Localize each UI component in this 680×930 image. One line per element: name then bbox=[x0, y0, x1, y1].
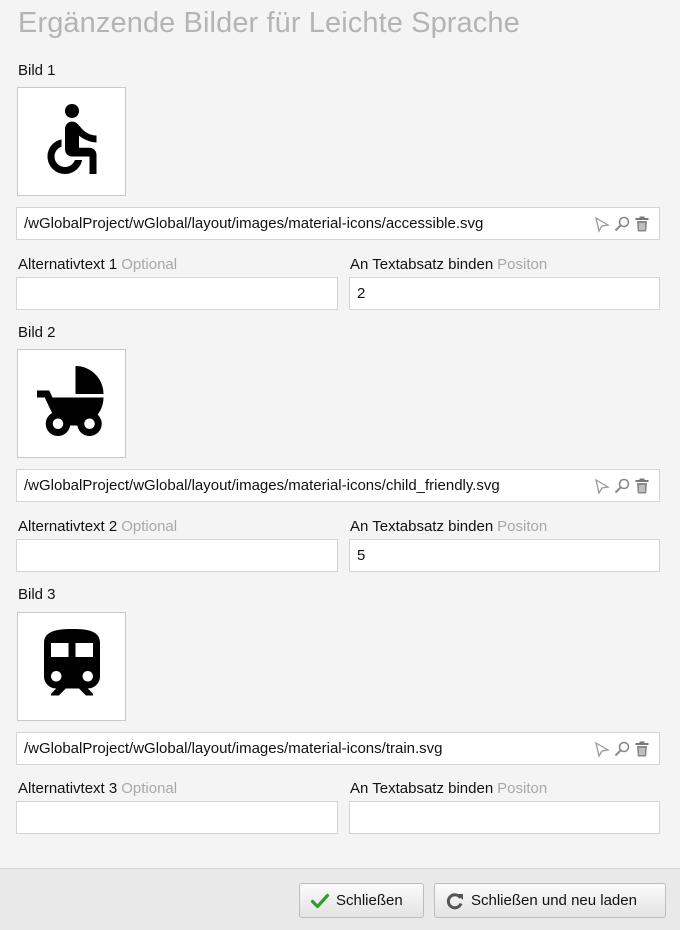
search-icon[interactable] bbox=[613, 215, 631, 233]
reload-icon bbox=[445, 891, 465, 911]
optional-hint: Optional bbox=[121, 780, 178, 797]
dialog-title: Ergänzende Bilder für Leichte Sprache bbox=[18, 7, 520, 39]
position-hint: Positon bbox=[497, 780, 548, 797]
image-path-field[interactable]: /wGlobalProject/wGlobal/layout/images/ma… bbox=[16, 469, 660, 502]
dialog-footer: Schließen Schließen und neu laden bbox=[0, 868, 680, 930]
position-hint: Positon bbox=[497, 256, 548, 273]
alt-text-input[interactable] bbox=[16, 539, 338, 572]
image-label: Bild 3 bbox=[18, 586, 56, 603]
image-label: Bild 1 bbox=[18, 62, 56, 79]
alt-text-label: Alternativtext 2 Optional bbox=[18, 518, 178, 535]
close-button[interactable]: Schließen bbox=[299, 883, 424, 918]
image-path-text: /wGlobalProject/wGlobal/layout/images/ma… bbox=[24, 740, 443, 757]
alt-text-input[interactable] bbox=[16, 277, 338, 310]
image-preview[interactable] bbox=[17, 87, 126, 196]
train-icon bbox=[30, 622, 114, 711]
close-and-reload-button[interactable]: Schließen und neu laden bbox=[434, 883, 666, 918]
bind-paragraph-label: An Textabsatz binden Positon bbox=[350, 780, 548, 797]
search-icon[interactable] bbox=[613, 477, 631, 495]
checkmark-icon bbox=[310, 891, 330, 911]
optional-hint: Optional bbox=[121, 256, 178, 273]
image-path-text: /wGlobalProject/wGlobal/layout/images/ma… bbox=[24, 215, 484, 232]
bind-paragraph-label: An Textabsatz binden Positon bbox=[350, 256, 548, 273]
image-preview[interactable] bbox=[17, 612, 126, 721]
alt-text-label: Alternativtext 3 Optional bbox=[18, 780, 178, 797]
position-hint: Positon bbox=[497, 518, 548, 535]
bind-paragraph-label: An Textabsatz binden Positon bbox=[350, 518, 548, 535]
image-preview[interactable] bbox=[17, 349, 126, 458]
select-cursor-icon[interactable] bbox=[593, 740, 611, 758]
accessible-icon bbox=[30, 97, 114, 186]
alt-text-label: Alternativtext 1 Optional bbox=[18, 256, 178, 273]
select-cursor-icon[interactable] bbox=[593, 215, 611, 233]
trash-icon[interactable] bbox=[633, 477, 651, 495]
search-icon[interactable] bbox=[613, 740, 631, 758]
paragraph-position-input[interactable]: 2 bbox=[349, 277, 660, 310]
image-path-field[interactable]: /wGlobalProject/wGlobal/layout/images/ma… bbox=[16, 732, 660, 765]
alt-text-input[interactable] bbox=[16, 801, 338, 834]
image-label: Bild 2 bbox=[18, 324, 56, 341]
trash-icon[interactable] bbox=[633, 215, 651, 233]
paragraph-position-input[interactable] bbox=[349, 801, 660, 834]
select-cursor-icon[interactable] bbox=[593, 477, 611, 495]
image-path-field[interactable]: /wGlobalProject/wGlobal/layout/images/ma… bbox=[16, 207, 660, 240]
child-friendly-icon bbox=[30, 359, 114, 448]
paragraph-position-input[interactable]: 5 bbox=[349, 539, 660, 572]
image-path-text: /wGlobalProject/wGlobal/layout/images/ma… bbox=[24, 477, 500, 494]
optional-hint: Optional bbox=[121, 518, 178, 535]
trash-icon[interactable] bbox=[633, 740, 651, 758]
